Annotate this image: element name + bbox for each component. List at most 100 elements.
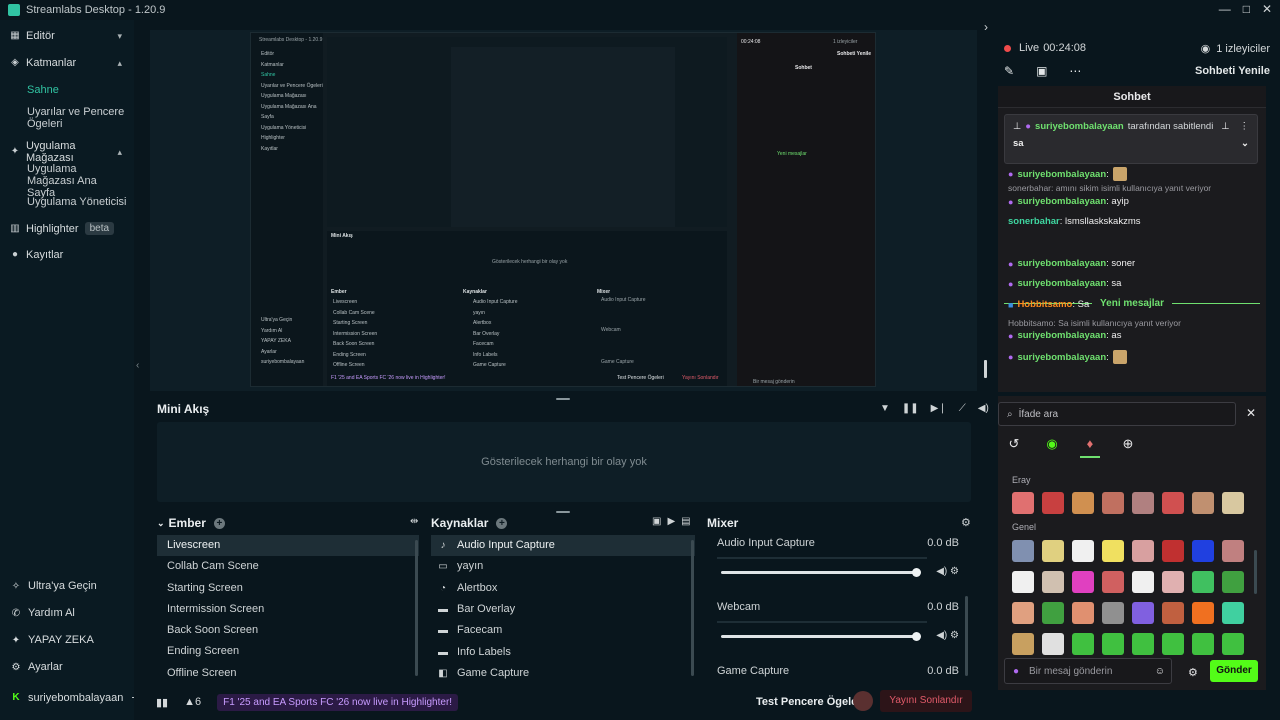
scene-item[interactable]: Collab Cam Scene [157, 556, 419, 577]
emote-icon[interactable] [1192, 633, 1214, 655]
source-item[interactable]: ▭ yayın [431, 556, 695, 577]
chevron-left-icon[interactable]: ‹ [136, 360, 139, 371]
chat-username[interactable]: suriyebombalayaan [1017, 278, 1106, 289]
sidebar-item-editor[interactable]: ▦ Editör ▾ [10, 30, 126, 42]
sidebar-subitem-store-home[interactable]: Uygulama Mağazası Ana Sayfa [27, 163, 127, 199]
add-source-icon[interactable]: + [496, 517, 508, 529]
emote-icon[interactable] [1132, 492, 1154, 514]
source-item[interactable]: ▬ Bar Overlay [431, 599, 695, 620]
send-button[interactable]: Gönder [1210, 660, 1258, 682]
volume-slider[interactable] [721, 568, 921, 577]
resize-handle[interactable] [556, 398, 570, 400]
scene-scrollbar[interactable] [415, 540, 418, 676]
source-item[interactable]: ▬ Facecam [431, 620, 695, 641]
emote-icon[interactable] [1012, 492, 1034, 514]
unpin-icon[interactable]: ⊥ [1221, 121, 1229, 132]
skip-icon[interactable]: ▶❘ [931, 403, 947, 414]
scene-item[interactable]: Offline Screen [157, 663, 419, 680]
emote-icon[interactable] [1132, 602, 1154, 624]
chat-username[interactable]: suriyebombalayaan [1017, 169, 1106, 180]
stream-preview[interactable]: Streamlabs Desktop - 1.20.9 Editör Katma… [150, 30, 977, 391]
emote-icon[interactable] [1072, 540, 1094, 562]
sidebar-item-highlighter[interactable]: ▥ Highlighter beta [10, 222, 126, 235]
dashboard-icon[interactable]: ▣ [1036, 64, 1047, 78]
emote-icon[interactable] [1012, 540, 1034, 562]
mixer-channel-icons[interactable]: ◀) ⚙ [936, 630, 959, 641]
emote-icon[interactable] [1102, 633, 1124, 655]
chat-username[interactable]: suriyebombalayaan [1017, 330, 1106, 341]
emote-icon[interactable] [1192, 492, 1214, 514]
source-folder-icon[interactable]: ▤ [681, 516, 690, 527]
emote-icon[interactable] [1162, 492, 1184, 514]
promo-banner[interactable]: F1 '25 and EA Sports FC '26 now live in … [217, 693, 459, 711]
emote-scrollbar[interactable] [1254, 550, 1257, 594]
chat-message-input[interactable]: ● Bir mesaj gönderin ☺ [1004, 658, 1172, 684]
emote-icon[interactable] [1042, 492, 1064, 514]
test-widgets-button[interactable]: Test Pencere Ögeleri [756, 696, 865, 708]
emote-icon[interactable] [1162, 602, 1184, 624]
chat-username[interactable]: suriyebombalayaan [1017, 352, 1106, 363]
slider-knob[interactable] [912, 568, 921, 577]
emoji-icon[interactable]: ☺ [1155, 666, 1165, 677]
more-icon[interactable]: ⋮ [1240, 121, 1250, 132]
sidebar-item-ai[interactable]: ✦ YAPAY ZEKA [10, 634, 94, 646]
sidebar-subitem-app-manager[interactable]: Uygulama Yöneticisi [27, 196, 127, 208]
emote-icon[interactable] [1012, 602, 1034, 624]
emote-icon[interactable] [1162, 571, 1184, 593]
chevron-right-icon[interactable]: › [984, 20, 988, 34]
sidebar-item-settings[interactable]: ⚙ Ayarlar [10, 661, 63, 673]
stats-icon[interactable]: ▮▮ [156, 696, 168, 709]
sidebar-item-layers[interactable]: ◈ Katmanlar ▴ [10, 57, 126, 69]
emote-icon[interactable] [1072, 633, 1094, 655]
minimize-icon[interactable]: — [1219, 2, 1231, 16]
sidebar-item-account[interactable]: K suriyebombalayaan ⇥ [10, 691, 140, 705]
channel-emotes-icon[interactable]: ♦ [1080, 436, 1100, 458]
notifications[interactable]: ▲ 6 [184, 696, 201, 708]
close-icon[interactable]: ✕ [1262, 2, 1272, 16]
mixer-scrollbar[interactable] [965, 596, 968, 676]
emote-icon[interactable] [1222, 571, 1244, 593]
edit-icon[interactable]: ✎ [1004, 64, 1014, 78]
source-item[interactable]: ◔ Alertbox [431, 578, 695, 599]
source-scrollbar[interactable] [691, 540, 694, 676]
source-video-icon[interactable]: ▶ [667, 516, 675, 527]
sidebar-subitem-alerts[interactable]: Uyarılar ve Pencere Ögeleri [27, 106, 127, 130]
volume-icon[interactable]: ◀) [978, 403, 989, 414]
emote-icon[interactable] [1042, 602, 1064, 624]
filter-icon[interactable]: ▼ [880, 403, 890, 414]
pinned-message[interactable]: ⊥ ● suriyebombalayaan tarafından sabitle… [1004, 114, 1258, 164]
share-icon[interactable]: ⋯ [1069, 64, 1081, 78]
pause-icon[interactable]: ❚❚ [902, 403, 919, 414]
sidebar-subitem-scene[interactable]: Sahne [27, 84, 127, 96]
chat-username[interactable]: Hobbitsamo [1017, 299, 1072, 310]
source-group-icon[interactable]: ▣ [652, 516, 661, 527]
emote-icon[interactable] [1012, 571, 1034, 593]
emote-icon[interactable] [1132, 540, 1154, 562]
globe-icon[interactable]: ⊕ [1118, 436, 1138, 458]
emote-icon[interactable] [1192, 602, 1214, 624]
scene-item[interactable]: Livescreen [157, 535, 419, 557]
chat-settings-gear-icon[interactable]: ⚙ [1188, 666, 1198, 679]
kick-emotes-icon[interactable]: ◉ [1042, 436, 1062, 458]
emote-icon[interactable] [1162, 633, 1184, 655]
scene-item[interactable]: Starting Screen [157, 578, 419, 599]
recent-icon[interactable]: ↺ [1004, 436, 1024, 458]
emote-icon[interactable] [1072, 571, 1094, 593]
emote-icon[interactable] [1042, 571, 1064, 593]
scene-item[interactable]: Ending Screen [157, 641, 419, 662]
emote-icon[interactable] [1042, 540, 1064, 562]
emote-icon[interactable] [1192, 540, 1214, 562]
volume-slider[interactable] [721, 632, 921, 641]
chat-username[interactable]: sonerbahar [1008, 216, 1060, 227]
sidebar-collapse-handle[interactable]: ‹ [134, 20, 148, 720]
emote-icon[interactable] [1222, 633, 1244, 655]
mixer-channel-icons[interactable]: ◀) ⚙ [936, 566, 959, 577]
emote-icon[interactable] [1102, 540, 1124, 562]
clear-icon[interactable]: ⟋ [959, 403, 966, 414]
close-icon[interactable]: ✕ [1246, 406, 1256, 420]
chat-username[interactable]: suriyebombalayaan [1017, 258, 1106, 269]
emote-icon[interactable] [1072, 492, 1094, 514]
emote-icon[interactable] [1102, 602, 1124, 624]
emote-icon[interactable] [1132, 571, 1154, 593]
slider-knob[interactable] [912, 632, 921, 641]
